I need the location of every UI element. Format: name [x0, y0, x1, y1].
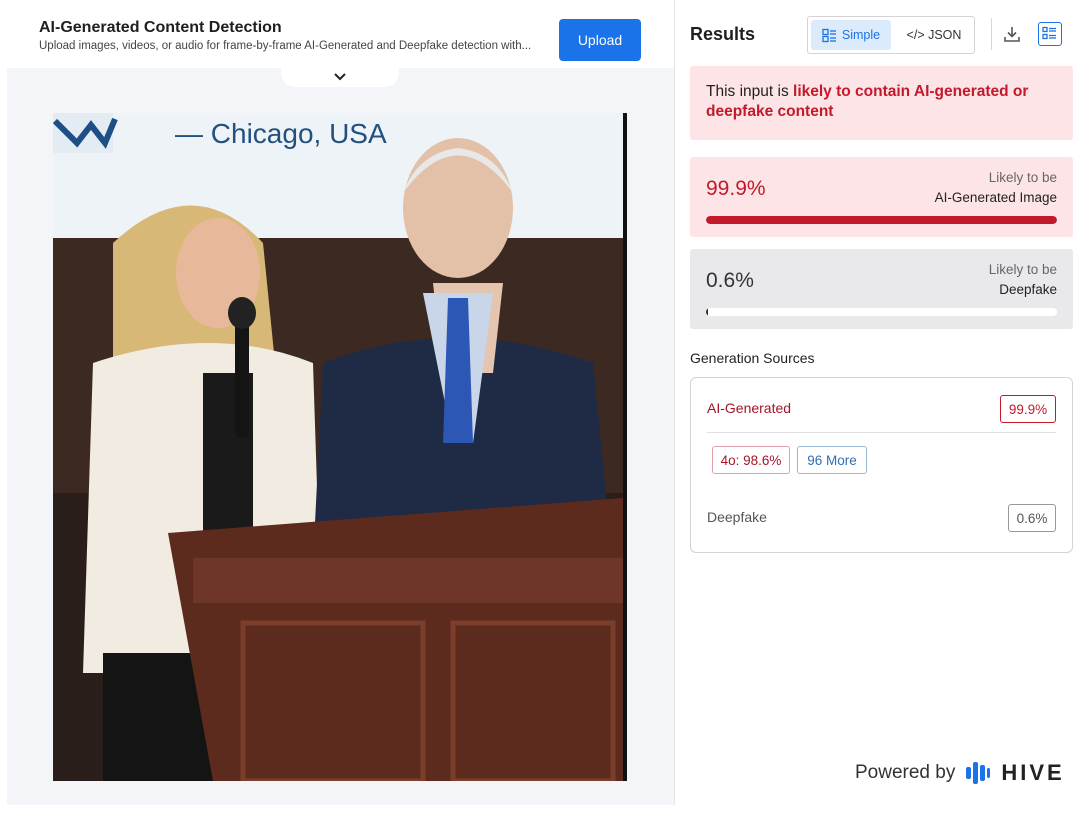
deepfake-score-badge: 0.6%: [1008, 504, 1056, 532]
list-view-icon: [822, 28, 836, 42]
ai-generated-score-card: 99.9% Likely to be AI-Generated Image: [690, 157, 1073, 237]
deepfake-score-card: 0.6% Likely to be Deepfake: [690, 249, 1073, 329]
section-divider: [707, 432, 1056, 433]
score-value: 99.9%: [706, 177, 766, 200]
hive-brand: HIVE: [1001, 760, 1065, 785]
app-subtitle: Upload images, videos, or audio for fram…: [39, 40, 532, 52]
app-title: AI-Generated Content Detection: [39, 19, 282, 36]
score-bar: [706, 216, 1057, 224]
panel-divider: [674, 0, 675, 805]
source-chip: 4o: 98.6%: [712, 446, 790, 474]
upload-button[interactable]: Upload: [559, 19, 641, 61]
powered-by: Powered by HIVE: [855, 760, 1065, 786]
chevron-down-icon: [334, 72, 346, 80]
hive-logo-icon: [966, 762, 991, 784]
results-title: Results: [690, 24, 756, 44]
likely-target: Deepfake: [999, 282, 1057, 297]
likely-label: Likely to be: [988, 262, 1057, 277]
uploaded-image: — Chicago, USA: [53, 113, 627, 781]
collapse-toggle[interactable]: [281, 66, 399, 87]
media-panel: AI-Generated Content Detection Upload im…: [7, 0, 674, 805]
tab-simple-label: Simple: [841, 28, 881, 42]
banner-text: — Chicago, USA: [175, 118, 387, 149]
download-icon[interactable]: [1002, 24, 1022, 44]
generation-sources-title: Generation Sources: [690, 350, 815, 366]
report-icon: [1042, 26, 1056, 40]
likely-label: Likely to be: [988, 170, 1057, 185]
more-sources-button[interactable]: 96 More: [797, 446, 867, 474]
verdict-banner: This input is likely to contain AI-gener…: [690, 66, 1073, 140]
toolbar-divider: [991, 18, 992, 50]
score-value: 0.6%: [706, 269, 754, 292]
score-bar-fill: [706, 216, 1057, 224]
score-bar-fill: [706, 308, 709, 316]
powered-by-text: Powered by: [855, 762, 956, 783]
likely-target: AI-Generated Image: [934, 190, 1057, 205]
app-header: AI-Generated Content Detection Upload im…: [7, 0, 674, 68]
tab-json[interactable]: </> JSON: [896, 20, 972, 50]
score-bar: [706, 308, 1057, 316]
tab-json-label: </> JSON: [906, 28, 962, 42]
report-view-button[interactable]: [1038, 22, 1062, 46]
ai-generated-score-badge: 99.9%: [1000, 395, 1056, 423]
view-toggle: Simple </> JSON: [807, 16, 975, 54]
generation-sources-box: AI-Generated 99.9% 4o: 98.6% 96 More Dee…: [690, 377, 1073, 553]
verdict-prefix: This input is: [706, 83, 794, 100]
ai-generated-label: AI-Generated: [707, 400, 792, 416]
tab-simple[interactable]: Simple: [811, 20, 891, 50]
deepfake-label: Deepfake: [707, 509, 767, 525]
